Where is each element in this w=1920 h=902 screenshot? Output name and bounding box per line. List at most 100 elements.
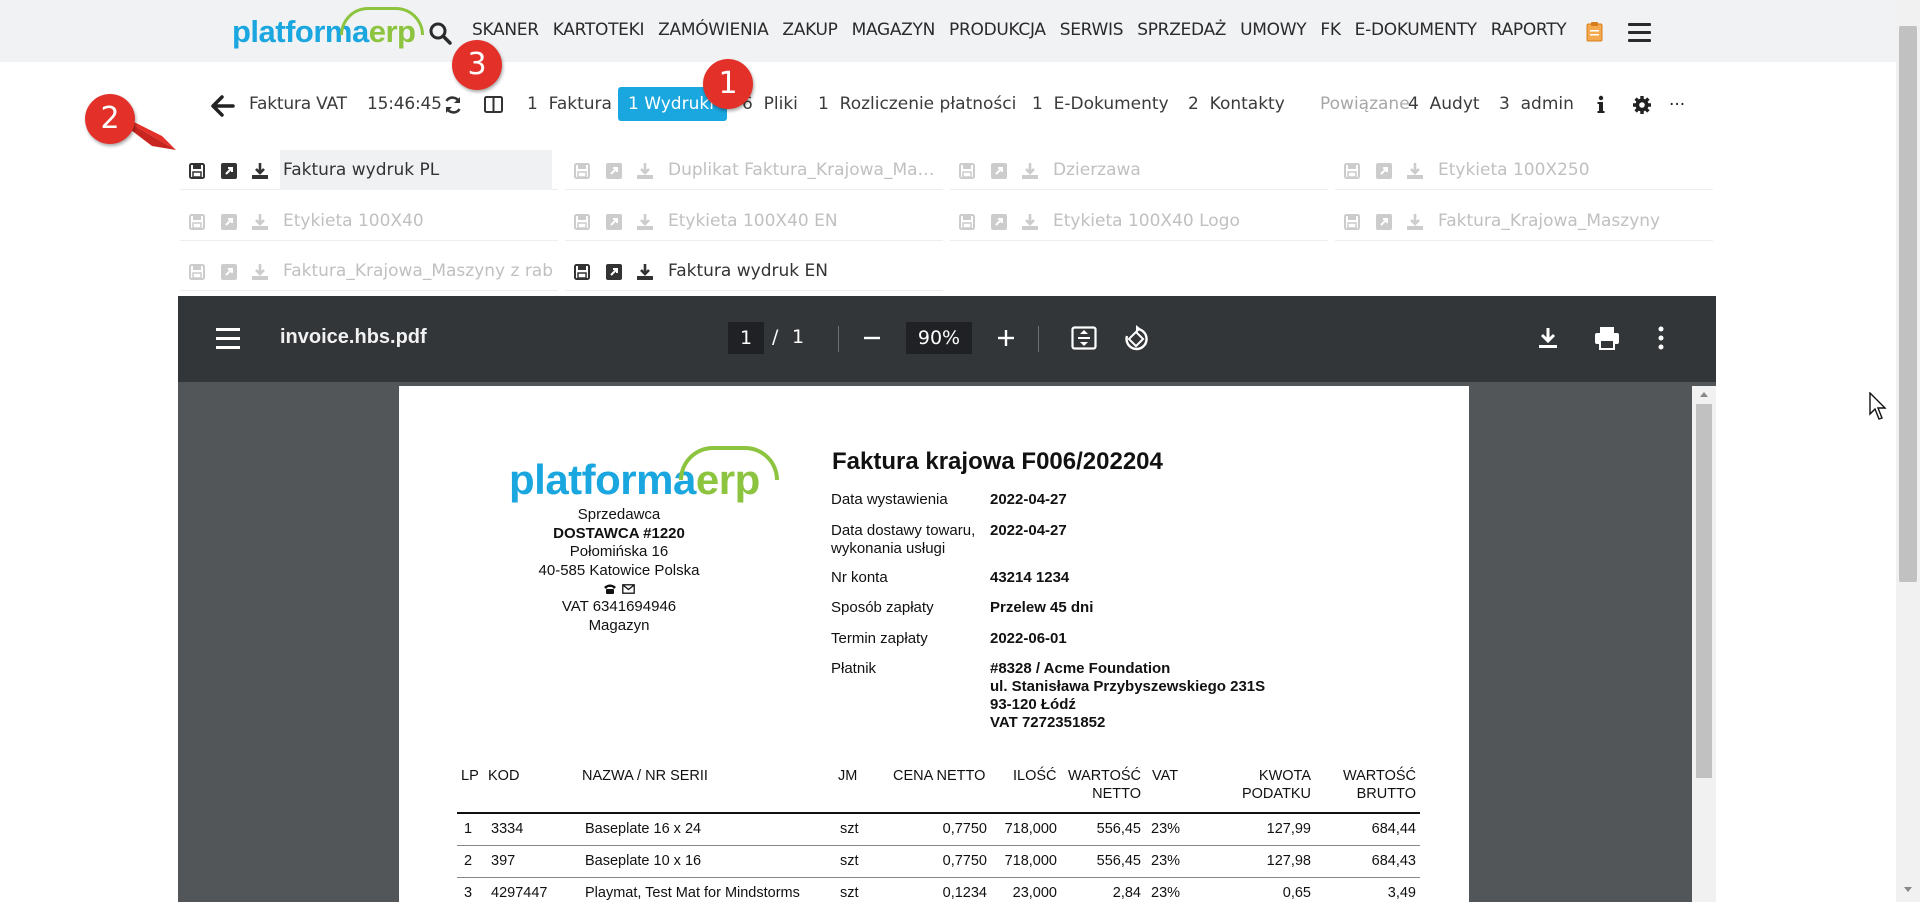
page-scrollbar[interactable] <box>1896 0 1920 902</box>
save-icon[interactable] <box>188 162 206 180</box>
table-cell: 0,65 <box>1282 885 1311 901</box>
field-value: Przelew 45 dni <box>990 599 1094 616</box>
open-external-icon[interactable] <box>220 162 238 180</box>
table-cell: Baseplate 16 x 24 <box>585 821 702 837</box>
settings-gear-icon[interactable] <box>1632 95 1652 115</box>
download-icon[interactable] <box>636 263 654 281</box>
print-template-item: Dzierzawa <box>950 150 1328 190</box>
print-template-item: Faktura wydruk EN <box>565 251 943 291</box>
table-cell: 2 <box>464 853 473 869</box>
back-arrow-icon[interactable] <box>211 95 235 117</box>
table-cell: 556,45 <box>1096 853 1141 869</box>
field-label: Płatnik <box>831 660 877 677</box>
tab-e-dokumenty[interactable]: 1 E-Dokumenty <box>1032 92 1169 116</box>
info-icon[interactable] <box>1596 95 1606 115</box>
table-row-rule <box>457 845 1420 846</box>
download-icon <box>637 163 653 179</box>
menu-item-umowy[interactable]: UMOWY <box>1240 20 1306 40</box>
table-header-rule <box>457 812 1420 814</box>
table-cell: 23% <box>1151 885 1181 901</box>
seller-heading: Sprzedawca <box>577 506 661 523</box>
zoom-in-icon[interactable] <box>996 328 1016 348</box>
table-cell: 23% <box>1151 821 1181 837</box>
split-view-icon[interactable] <box>484 96 503 113</box>
menu-item-produkcja[interactable]: PRODUKCJA <box>949 20 1046 40</box>
tab-audyt[interactable]: 4 Audyt <box>1408 92 1480 116</box>
menu-item-sprzedaz[interactable]: SPRZEDAŻ <box>1137 20 1226 40</box>
download-icon <box>1407 214 1423 230</box>
menu-item-kartoteki[interactable]: KARTOTEKI <box>553 20 645 40</box>
tab-pliki[interactable]: 6 Pliki <box>742 92 798 116</box>
table-cell: 127,99 <box>1266 821 1311 837</box>
field-label: Termin zapłaty <box>831 630 928 647</box>
tab-faktura[interactable]: 1 Faktura <box>527 94 612 114</box>
open-external-icon[interactable] <box>605 263 623 281</box>
brand-logo[interactable]: platformaerp <box>232 7 424 50</box>
save-icon <box>189 214 205 230</box>
menu-item-magazyn[interactable]: MAGAZYN <box>852 20 936 40</box>
column-header: ILOŚĆ <box>1013 768 1057 784</box>
annotation-badge-3: 3 <box>452 40 502 90</box>
seller-street: Połomińska 16 <box>569 543 669 560</box>
invoice-logo: platformaerp <box>509 446 779 504</box>
table-cell: 0,7750 <box>942 821 987 837</box>
menu-item-serwis[interactable]: SERWIS <box>1060 20 1124 40</box>
print-template-label: Dzierzawa <box>1053 160 1141 180</box>
print-template-label: Faktura_Krajowa_Maszyny <box>1438 211 1661 231</box>
print-icon[interactable] <box>1594 326 1620 350</box>
refresh-icon[interactable] <box>443 95 463 115</box>
print-template-item: Faktura_Krajowa_Maszyny z rabatem <box>180 251 558 291</box>
pdf-zoom-input[interactable]: 90% <box>906 322 972 354</box>
tab-kontakty[interactable]: 2 Kontakty <box>1188 92 1285 116</box>
field-value: 2022-06-01 <box>990 630 1067 647</box>
menu-item-zamowienia[interactable]: ZAMÓWIENIA <box>658 20 769 40</box>
table-cell: 127,98 <box>1266 853 1311 869</box>
save-icon <box>574 214 590 230</box>
menu-item-skaner[interactable]: SKANER <box>472 20 539 40</box>
pdf-scrollbar[interactable] <box>1692 386 1716 902</box>
seller-name: DOSTAWCA #1220 <box>553 524 685 542</box>
pdf-page-input[interactable]: 1 <box>728 322 764 354</box>
rotate-icon[interactable] <box>1123 324 1149 352</box>
menu-item-e-dokumenty[interactable]: E-DOKUMENTY <box>1355 20 1477 40</box>
annotation-badge-1: 1 <box>703 59 753 109</box>
seller-warehouse: Magazyn <box>588 616 650 634</box>
menu-item-zakup[interactable]: ZAKUP <box>782 20 837 40</box>
tab-count: 1 <box>1032 94 1043 114</box>
save-icon <box>574 163 590 179</box>
clipboard-icon[interactable] <box>1586 21 1603 42</box>
pdf-more-vertical-icon[interactable] <box>1658 326 1664 350</box>
menu-item-fk[interactable]: FK <box>1320 20 1341 40</box>
page-scrollbar-thumb[interactable] <box>1899 26 1917 582</box>
download-icon[interactable] <box>251 162 269 180</box>
tab-label: admin <box>1520 94 1574 114</box>
download-icon <box>637 214 653 230</box>
tab-count: 3 <box>1499 94 1510 114</box>
column-header: CENA NETTO <box>893 768 986 784</box>
pdf-download-icon[interactable] <box>1537 326 1559 350</box>
print-template-item: Faktura_Krajowa_Maszyny <box>1335 201 1713 241</box>
table-cell: 0,7750 <box>942 853 987 869</box>
open-external-icon <box>606 163 622 179</box>
zoom-out-icon[interactable] <box>862 328 882 348</box>
print-template-label[interactable]: Faktura wydruk PL <box>280 150 552 190</box>
fit-page-icon[interactable] <box>1071 326 1097 350</box>
tab-rozliczenie-platnosci[interactable]: 1 Rozliczenie płatności <box>818 92 1016 116</box>
table-cell: 2,84 <box>1112 885 1141 901</box>
tab-admin[interactable]: 3 admin <box>1499 92 1574 116</box>
search-icon[interactable] <box>428 21 452 45</box>
tab-powiazane[interactable]: Powiązane <box>1320 92 1410 116</box>
scroll-up-icon[interactable] <box>1699 390 1709 398</box>
menu-item-raporty[interactable]: RAPORTY <box>1491 20 1567 40</box>
more-options[interactable]: ... <box>1669 90 1685 110</box>
payer-line: VAT 7272351852 <box>990 714 1106 731</box>
print-template-label[interactable]: Faktura wydruk EN <box>665 251 937 291</box>
print-template-label: Duplikat Faktura_Krajowa_Maszyny <box>668 160 937 180</box>
pdf-menu-icon[interactable] <box>216 328 240 349</box>
pdf-scrollbar-thumb[interactable] <box>1696 404 1712 778</box>
save-icon[interactable] <box>573 263 591 281</box>
print-template-item: Etykieta 100X40 Logo <box>950 201 1328 241</box>
scroll-down-icon[interactable] <box>1903 886 1913 894</box>
main-menu-hamburger-icon[interactable] <box>1628 23 1651 42</box>
table-cell: szt <box>840 821 859 837</box>
